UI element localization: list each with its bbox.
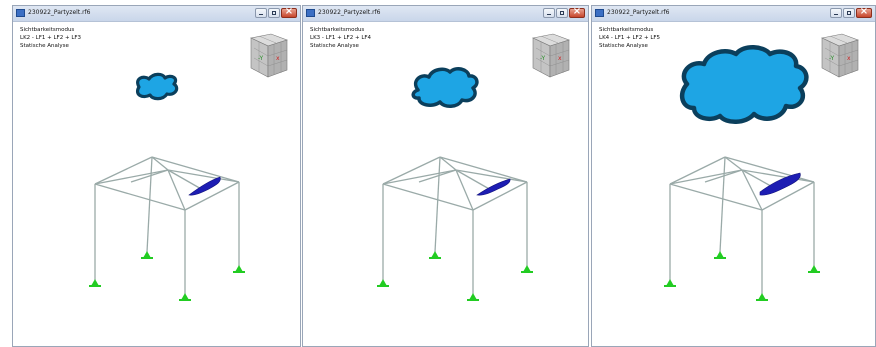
support-base-icon (756, 299, 768, 301)
window-title: 230922_Partyzelt.rf6 (318, 9, 381, 16)
support-base-icon (714, 257, 726, 259)
minimize-button[interactable] (830, 8, 842, 18)
tent-frame (94, 156, 240, 294)
support-icon (523, 265, 531, 272)
support-icon (235, 265, 243, 272)
title-bar[interactable]: 230922_Partyzelt.rf6 (303, 6, 588, 22)
deformation-shape (188, 176, 221, 196)
support-icon (431, 251, 439, 258)
title-bar[interactable]: 230922_Partyzelt.rf6 (13, 6, 300, 22)
support-base-icon (664, 285, 676, 287)
support-base-icon (521, 271, 533, 273)
support-icon (379, 279, 387, 286)
cloud-shape (411, 67, 479, 108)
model-view[interactable]: -Y x (303, 22, 588, 346)
viewport-window-2[interactable]: 230922_Partyzelt.rf6 Sichtbarkeitsmodus … (302, 5, 589, 347)
viewport-window-1[interactable]: 230922_Partyzelt.rf6 Sichtbarkeitsmodus … (12, 5, 301, 347)
support-icon (91, 279, 99, 286)
cube-axis-label: -Y (540, 55, 545, 62)
cloud-shape (679, 45, 809, 124)
minimize-button[interactable] (543, 8, 555, 18)
support-icon (758, 293, 766, 300)
model-view[interactable]: -Y x (13, 22, 300, 346)
cube-axis-x-icon: x (276, 55, 280, 62)
model-view[interactable]: -Y x (592, 22, 875, 346)
support-base-icon (233, 271, 245, 273)
app-icon (16, 9, 25, 17)
cube-axis-x-icon: x (847, 55, 851, 62)
maximize-button[interactable] (268, 8, 280, 18)
app-icon (306, 9, 315, 17)
maximize-button[interactable] (843, 8, 855, 18)
tent-frame (382, 156, 528, 294)
app-icon (595, 9, 604, 17)
view-cube[interactable]: -Y x (250, 33, 288, 78)
maximize-button[interactable] (556, 8, 568, 18)
support-base-icon (141, 257, 153, 259)
support-icon (143, 251, 151, 258)
view-cube[interactable]: -Y x (821, 33, 859, 78)
cube-axis-label: -Y (258, 55, 263, 62)
window-title: 230922_Partyzelt.rf6 (607, 9, 670, 16)
view-cube[interactable]: -Y x (532, 33, 570, 78)
support-base-icon (377, 285, 389, 287)
window-title: 230922_Partyzelt.rf6 (28, 9, 91, 16)
close-button[interactable] (856, 6, 872, 18)
title-bar[interactable]: 230922_Partyzelt.rf6 (592, 6, 875, 22)
viewport-window-3[interactable]: 230922_Partyzelt.rf6 Sichtbarkeitsmodus … (591, 5, 876, 347)
cube-axis-x-icon: x (558, 55, 562, 62)
support-icon (716, 251, 724, 258)
support-base-icon (429, 257, 441, 259)
support-base-icon (467, 299, 479, 301)
cube-axis-label: -Y (829, 55, 834, 62)
support-base-icon (89, 285, 101, 287)
support-icon (181, 293, 189, 300)
minimize-button[interactable] (255, 8, 267, 18)
support-icon (666, 279, 674, 286)
support-base-icon (179, 299, 191, 301)
support-icon (810, 265, 818, 272)
close-button[interactable] (281, 6, 297, 18)
close-button[interactable] (569, 6, 585, 18)
support-base-icon (808, 271, 820, 273)
cloud-shape (136, 72, 179, 101)
support-icon (469, 293, 477, 300)
